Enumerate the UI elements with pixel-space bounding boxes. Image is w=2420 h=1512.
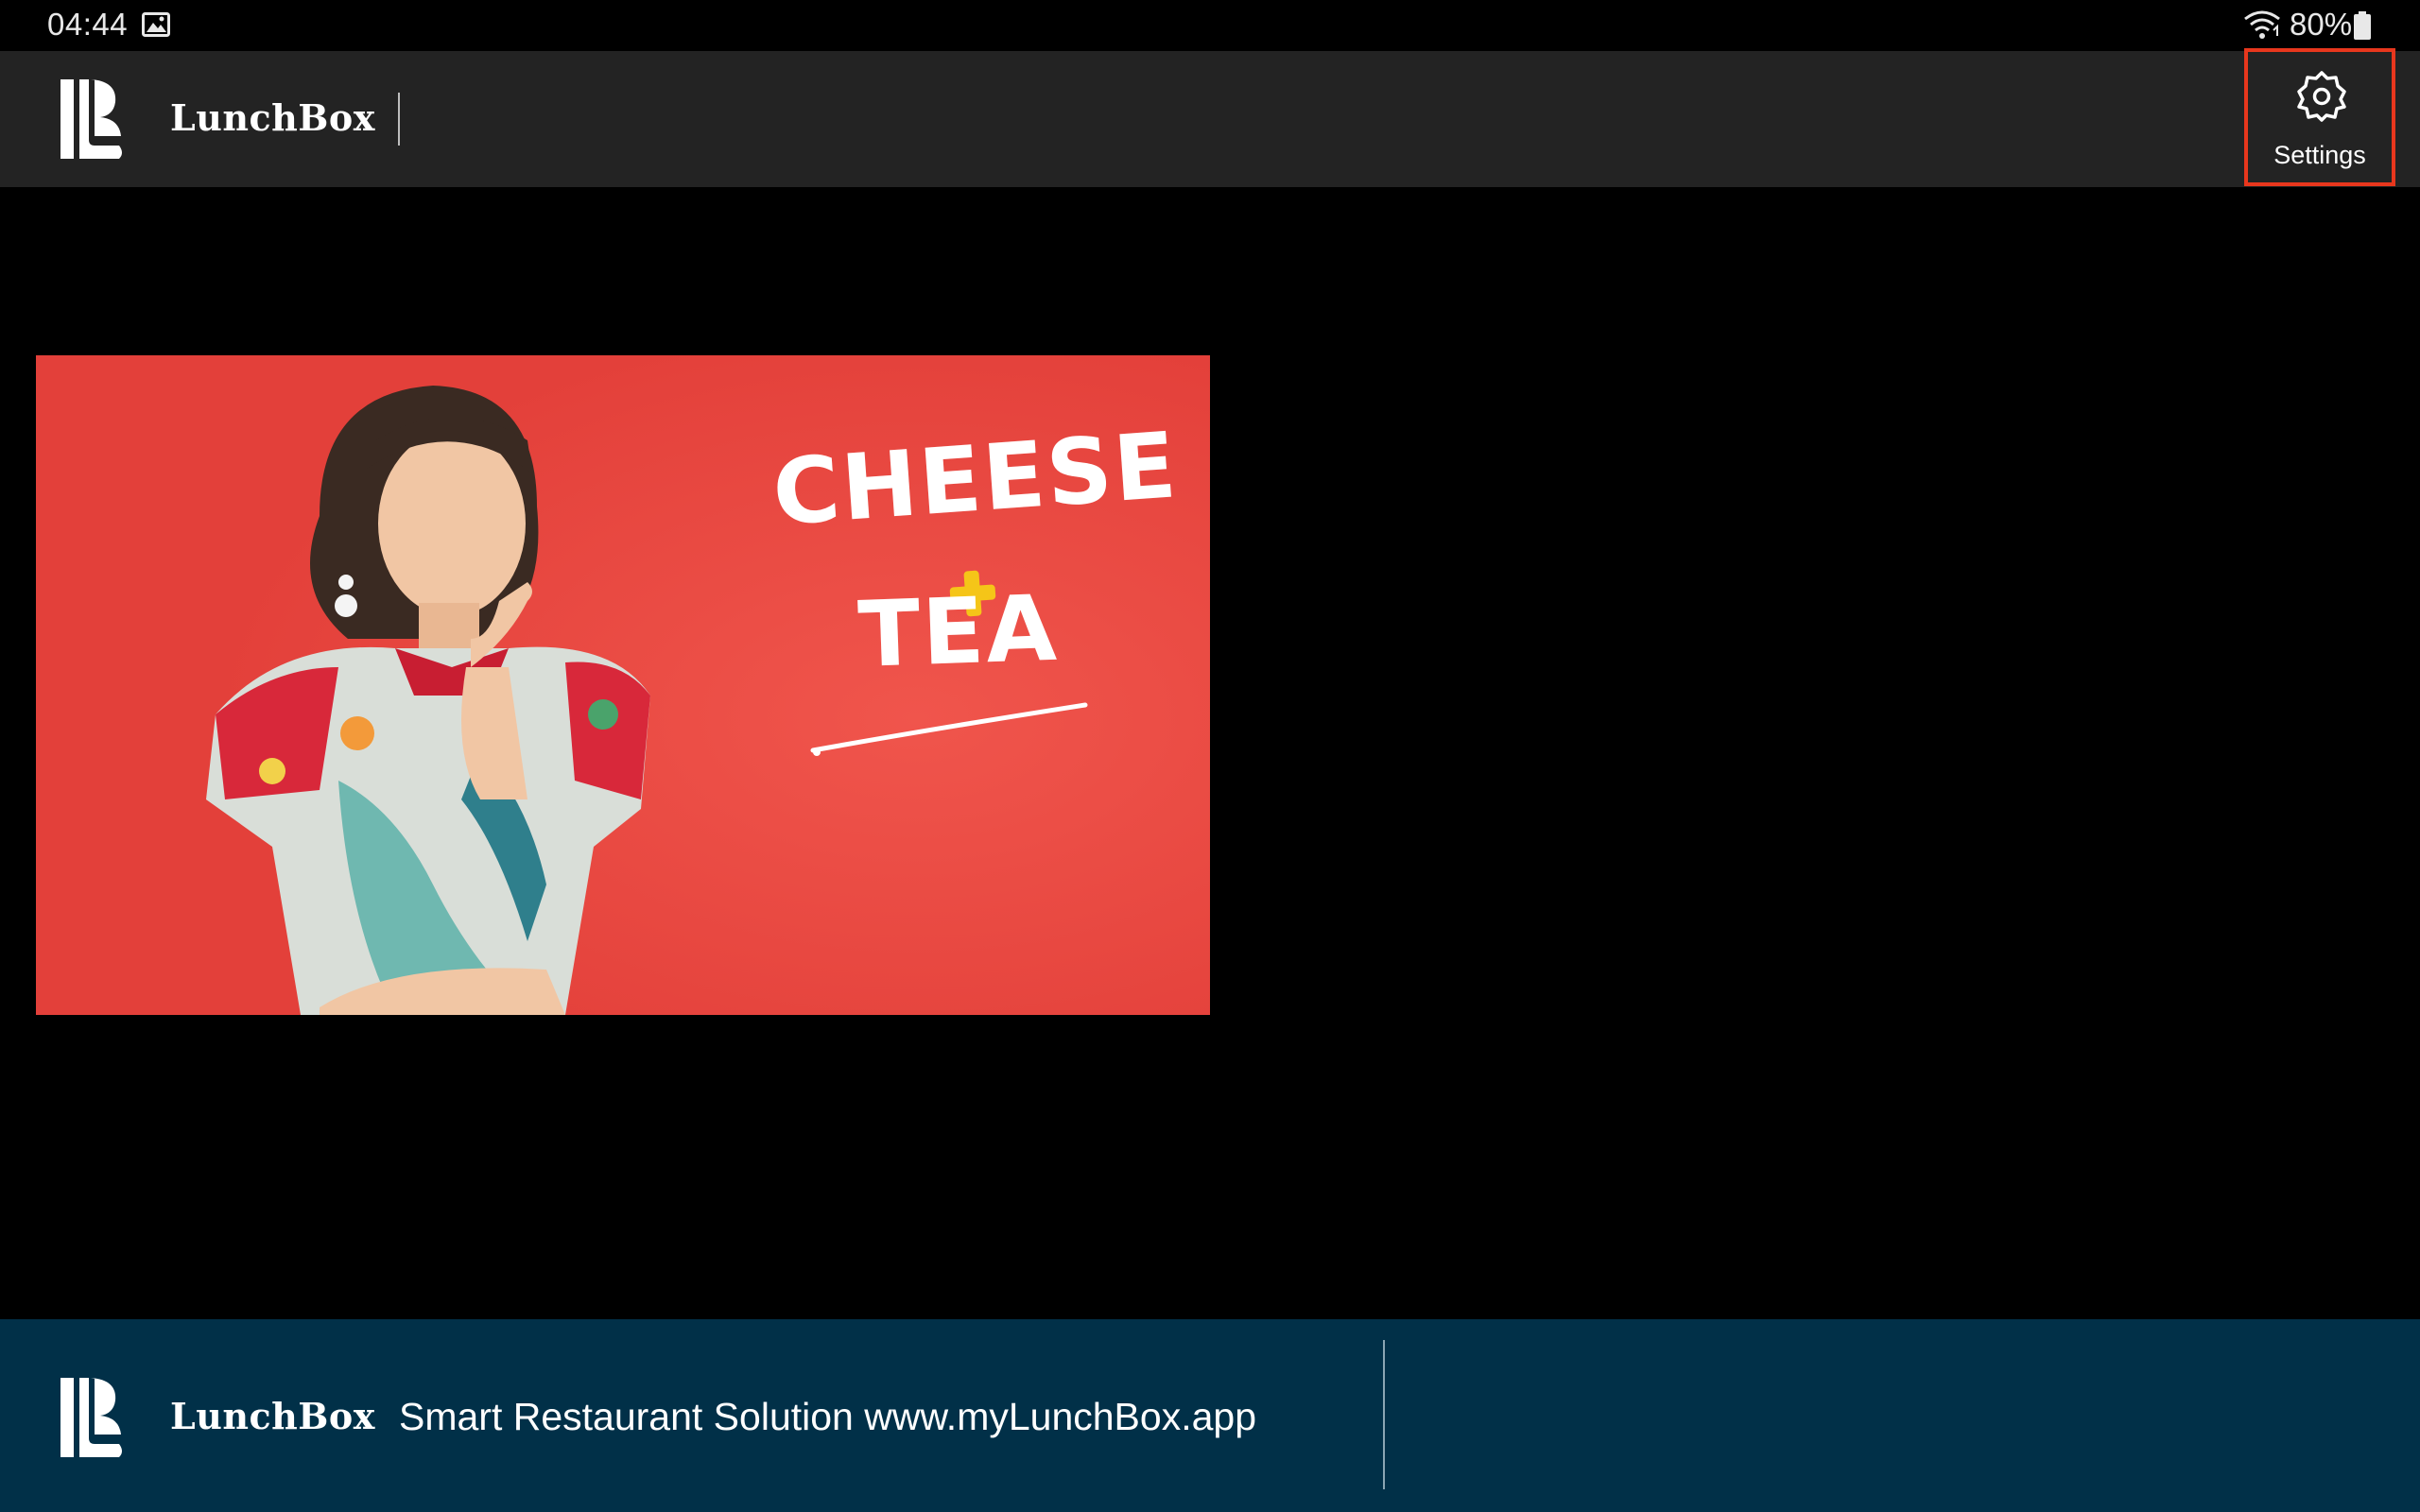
- promo-media[interactable]: CHEESE TEA: [36, 355, 1210, 1015]
- wifi-icon: [2244, 10, 2280, 39]
- lunchbox-logo-icon: [60, 79, 122, 159]
- footer-brand-name: LunchBox: [170, 1395, 375, 1437]
- header-divider: [398, 93, 400, 146]
- settings-button[interactable]: Settings: [2244, 48, 2395, 186]
- footer-tagline: Smart Restaurant Solution www.myLunchBox…: [399, 1395, 1257, 1438]
- settings-label: Settings: [2273, 141, 2366, 169]
- footer-divider: [1383, 1340, 1385, 1489]
- app-bar: LunchBox: [0, 51, 2420, 187]
- lunchbox-logo-icon: [60, 1378, 122, 1457]
- battery-icon: [2354, 11, 2371, 40]
- promo-headline-bottom: TEA: [856, 575, 1061, 688]
- brand-name: LunchBox: [170, 96, 375, 139]
- screen: 04:44 80% LunchBox Settings CHEESE TEA L…: [0, 0, 2420, 1512]
- footer-bar: LunchBox Smart Restaurant Solution www.m…: [0, 1319, 2420, 1512]
- gallery-icon: [142, 12, 170, 37]
- battery-level: 80%: [2290, 7, 2353, 42]
- status-bar: 04:44 80%: [0, 0, 2420, 51]
- status-time: 04:44: [47, 7, 129, 42]
- gear-icon: [2297, 71, 2346, 122]
